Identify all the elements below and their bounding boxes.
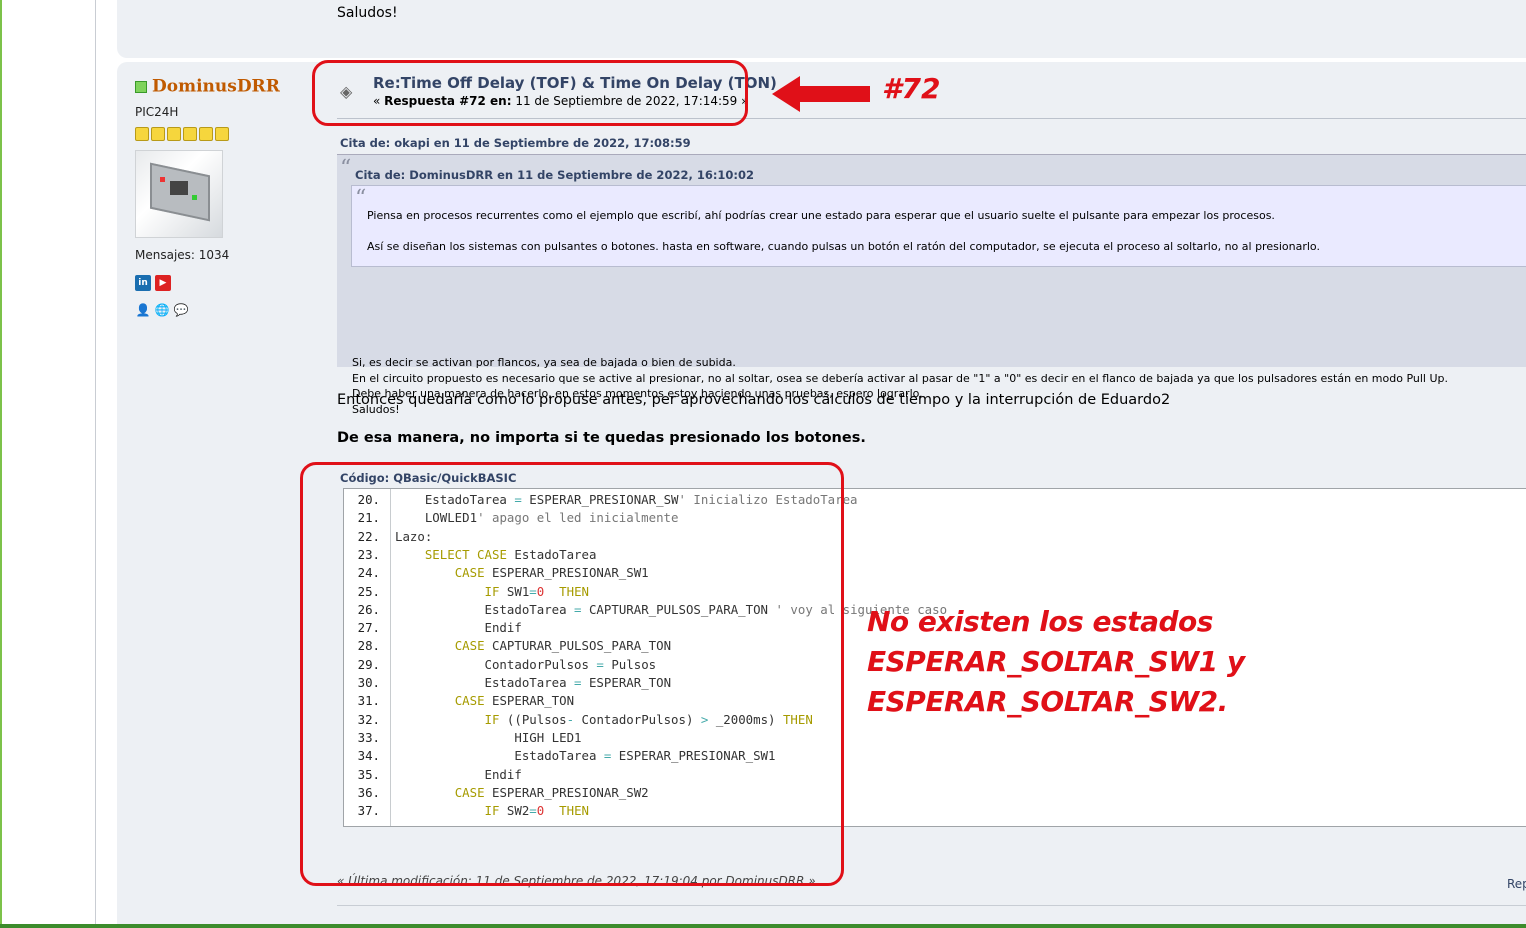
poster-username[interactable]: DominusDRR — [152, 77, 280, 97]
left-sidebar — [0, 0, 96, 928]
inner-quote-line: Así se diseñan los sistemas con pulsante… — [367, 240, 1320, 253]
inner-quote: “ Piensa en procesos recurrentes como el… — [351, 185, 1526, 267]
annotation-arrow-icon — [772, 76, 870, 112]
bottom-bar — [0, 924, 1526, 928]
profile-icon[interactable]: 👤 — [135, 302, 151, 318]
star-icon — [135, 126, 149, 141]
poster-info: DominusDRR PIC24H Mensajes: 1034 in ▶ 👤 🌐 💬 — [135, 76, 305, 318]
annotation-box-title — [312, 60, 748, 126]
annotation-line: ESPERAR_SOLTAR_SW2. — [867, 685, 1228, 718]
previous-post-closing: Saludos! — [337, 5, 398, 21]
star-icon — [151, 126, 165, 141]
star-icon — [167, 126, 181, 141]
star-icon — [183, 126, 197, 141]
outer-quote-header[interactable]: Cita de: okapi en 11 de Septiembre de 20… — [340, 136, 691, 150]
avatar-led-shape — [192, 194, 197, 200]
youtube-icon[interactable]: ▶ — [155, 274, 171, 291]
outer-quote: “ Cita de: DominusDRR en 11 de Septiembr… — [337, 154, 1526, 416]
website-icon[interactable]: 🌐 — [154, 302, 170, 318]
inner-quote-line: Piensa en procesos recurrentes como el e… — [367, 209, 1275, 222]
online-status-icon — [135, 80, 147, 93]
avatar-led-shape — [160, 176, 165, 182]
social-links: in ▶ — [135, 270, 305, 291]
star-icon — [199, 126, 213, 141]
pm-icon[interactable]: 💬 — [173, 302, 189, 318]
quote-mark-icon: “ — [355, 186, 367, 211]
outer-quote-line: En el circuito propuesto es necesario qu… — [352, 372, 1449, 385]
annotation-line: ESPERAR_SOLTAR_SW1 y — [867, 645, 1245, 678]
linkedin-icon[interactable]: in — [135, 274, 151, 291]
annotation-number: #72 — [882, 72, 941, 105]
inner-quote-header[interactable]: Cita de: DominusDRR en 11 de Septiembre … — [355, 168, 754, 182]
avatar[interactable] — [135, 149, 223, 238]
annotation-line: No existen los estados — [867, 605, 1213, 638]
message-count: Mensajes: 1034 — [135, 247, 230, 262]
post-body-bold-line: De esa manera, no importa si te quedas p… — [337, 430, 866, 446]
signature-divider — [337, 905, 1526, 906]
avatar-chip-shape — [170, 180, 188, 195]
profile-actions: 👤 🌐 💬 — [135, 299, 305, 318]
star-icon — [215, 126, 229, 141]
outer-quote-line: Si, es decir se activan por flancos, ya … — [352, 356, 736, 369]
reply-link[interactable]: Rep — [1507, 877, 1526, 891]
gutter — [96, 0, 117, 928]
poster-rank: PIC24H — [135, 104, 179, 119]
post-body-line: Entonces quedaría como lo propuse antes,… — [337, 392, 1171, 408]
previous-post: Saludos! — [117, 0, 1526, 58]
rank-stars — [135, 126, 305, 141]
sidebar-green-edge — [0, 0, 2, 928]
quote-mark-icon: “ — [340, 156, 352, 181]
annotation-box-code — [300, 462, 844, 886]
